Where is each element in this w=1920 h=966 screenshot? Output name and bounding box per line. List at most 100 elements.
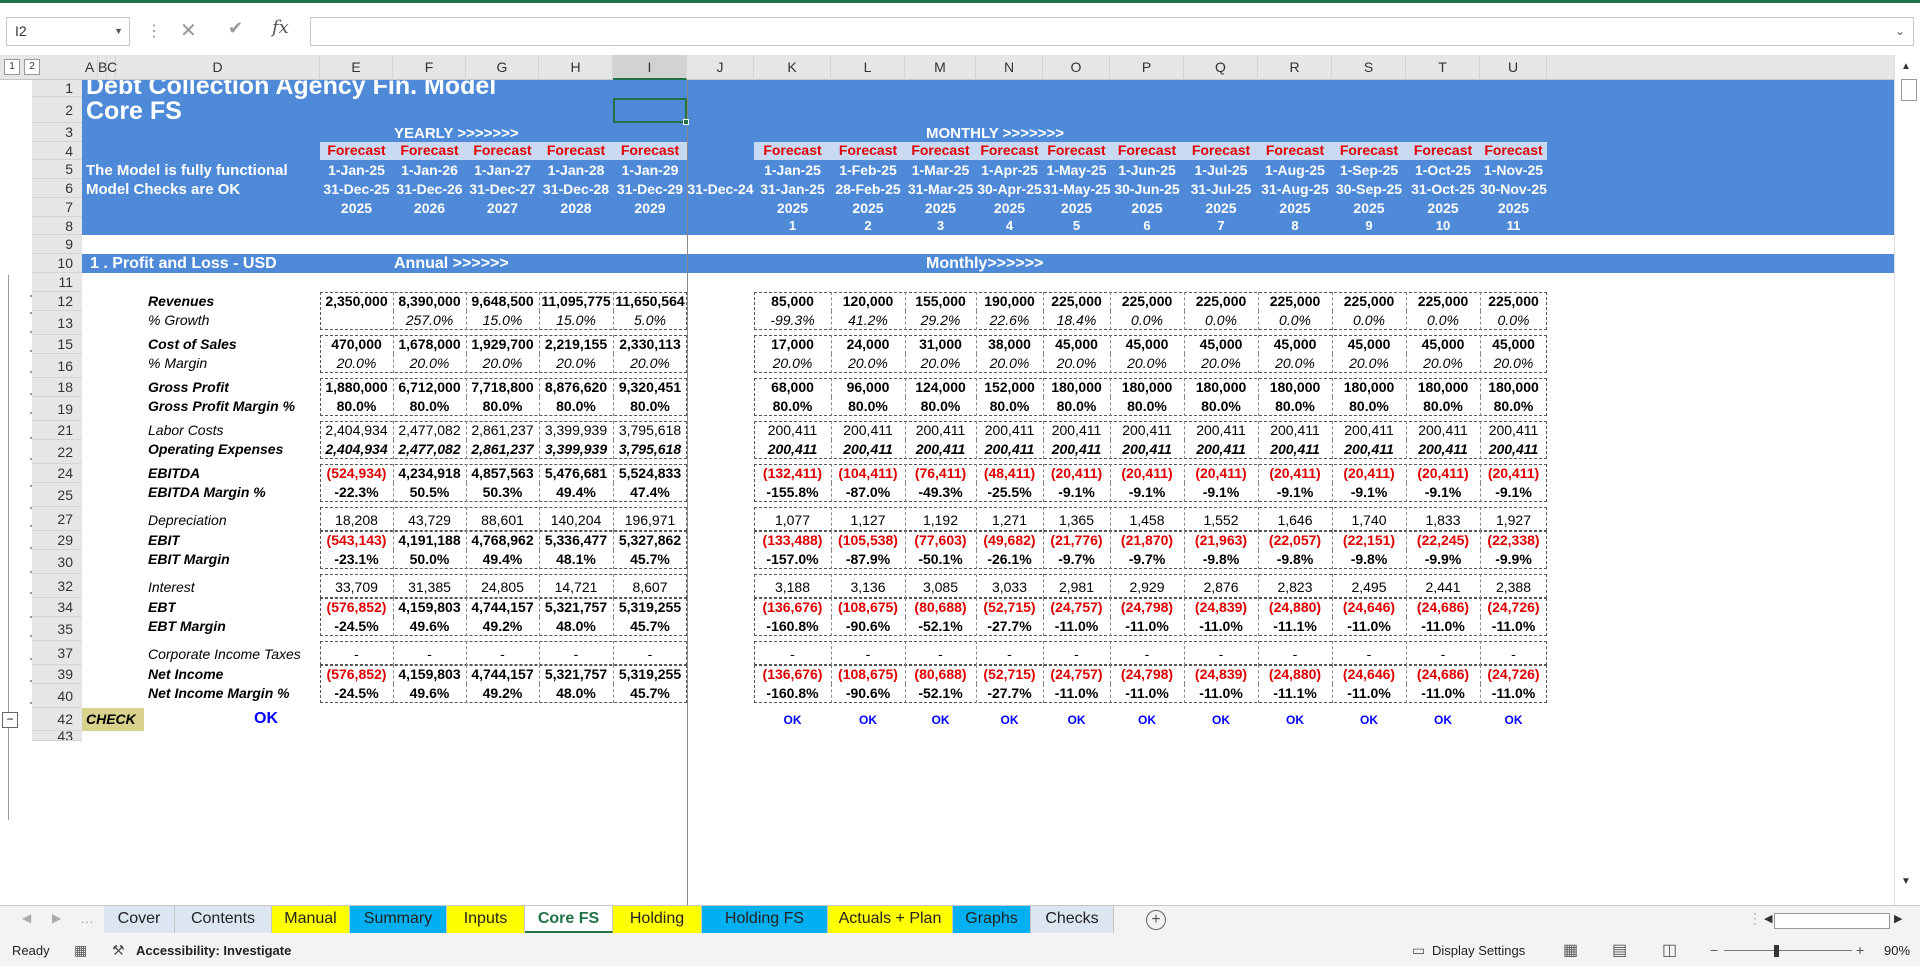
column-header-f[interactable]: F bbox=[393, 55, 466, 80]
column-header-n[interactable]: N bbox=[976, 55, 1043, 80]
scroll-right-icon[interactable]: ▶ bbox=[1894, 912, 1902, 925]
select-all-corner[interactable]: 1 2 bbox=[0, 55, 82, 80]
page-break-view-icon[interactable]: ◫ bbox=[1662, 935, 1677, 966]
row-header-22[interactable]: 22 bbox=[32, 440, 82, 464]
tab-cover[interactable]: Cover bbox=[104, 906, 175, 933]
row-header-8[interactable]: 8 bbox=[32, 217, 82, 235]
row-header-32[interactable]: 32 bbox=[32, 574, 82, 598]
zoom-out-icon[interactable]: − bbox=[1710, 935, 1718, 966]
column-header-b[interactable]: B bbox=[98, 55, 107, 80]
tab-graphs[interactable]: Graphs bbox=[953, 906, 1031, 933]
chevron-down-icon[interactable]: ▼ bbox=[114, 18, 123, 45]
row-header-16[interactable]: 16 bbox=[32, 354, 82, 378]
name-box[interactable]: I2 ▼ bbox=[6, 17, 130, 46]
column-header-s[interactable]: S bbox=[1332, 55, 1406, 80]
more-options-icon[interactable]: ⋮ bbox=[146, 21, 162, 41]
row-header-21[interactable]: 21 bbox=[32, 421, 82, 440]
accessibility-icon[interactable]: ⚒ bbox=[112, 935, 125, 966]
tab-inputs[interactable]: Inputs bbox=[447, 906, 525, 933]
row-header-30[interactable]: 30 bbox=[32, 550, 82, 574]
tab-holding-fs[interactable]: Holding FS bbox=[702, 906, 828, 933]
row-header-2[interactable]: 2 bbox=[32, 97, 82, 123]
tab-holding[interactable]: Holding bbox=[613, 906, 702, 933]
column-header-o[interactable]: O bbox=[1043, 55, 1110, 80]
row-header-3[interactable]: 3 bbox=[32, 123, 82, 142]
normal-view-icon[interactable]: ▦ bbox=[1563, 935, 1578, 966]
accessibility-status[interactable]: Accessibility: Investigate bbox=[136, 935, 291, 966]
row-header-18[interactable]: 18 bbox=[32, 378, 82, 397]
column-header-t[interactable]: T bbox=[1406, 55, 1480, 80]
vertical-scrollbar[interactable]: ▲ ▼ bbox=[1894, 55, 1920, 905]
page-layout-icon[interactable]: ▤ bbox=[1612, 935, 1627, 966]
row-header-25[interactable]: 25 bbox=[32, 483, 82, 507]
row-header-27[interactable]: 27 bbox=[32, 507, 82, 531]
column-header-r[interactable]: R bbox=[1258, 55, 1332, 80]
row-header-15[interactable]: 15 bbox=[32, 335, 82, 354]
more-sheets-icon[interactable]: … bbox=[80, 910, 94, 926]
column-header-u[interactable]: U bbox=[1480, 55, 1547, 80]
insert-function-icon[interactable]: fx bbox=[272, 17, 289, 38]
row-header-10[interactable]: 10 bbox=[32, 254, 82, 273]
formula-input[interactable]: ⌄ bbox=[310, 17, 1914, 46]
row-header-37[interactable]: 37 bbox=[32, 641, 82, 665]
column-header-l[interactable]: L bbox=[831, 55, 905, 80]
row-header-19[interactable]: 19 bbox=[32, 397, 82, 421]
scroll-thumb[interactable] bbox=[1901, 79, 1917, 101]
tab-actuals-plan[interactable]: Actuals + Plan bbox=[828, 906, 953, 933]
outline-level-2-button[interactable]: 2 bbox=[24, 59, 40, 75]
fill-handle[interactable] bbox=[683, 119, 689, 125]
expand-formula-icon[interactable]: ⌄ bbox=[1895, 24, 1905, 38]
column-header-a[interactable]: A bbox=[82, 55, 98, 80]
column-header-d[interactable]: D bbox=[116, 55, 320, 80]
row-header-43[interactable]: 43 bbox=[32, 731, 82, 741]
zoom-in-icon[interactable]: + bbox=[1856, 935, 1864, 966]
next-sheet-icon[interactable]: ▶ bbox=[52, 911, 61, 925]
column-header-h[interactable]: H bbox=[539, 55, 613, 80]
row-header-9[interactable]: 9 bbox=[32, 235, 82, 254]
row-header-5[interactable]: 5 bbox=[32, 160, 82, 179]
enter-check-icon[interactable]: ✔ bbox=[228, 18, 243, 39]
macro-record-icon[interactable]: ▦ bbox=[74, 935, 87, 966]
cancel-icon[interactable]: ✕ bbox=[180, 18, 197, 43]
tab-summary[interactable]: Summary bbox=[350, 906, 447, 933]
row-header-29[interactable]: 29 bbox=[32, 531, 82, 550]
row-header-13[interactable]: 13 bbox=[32, 311, 82, 335]
row-header-6[interactable]: 6 bbox=[32, 179, 82, 198]
row-header-34[interactable]: 34 bbox=[32, 598, 82, 617]
column-header-c[interactable]: C bbox=[107, 55, 117, 80]
row-header-1[interactable]: 1 bbox=[32, 80, 82, 97]
column-header-g[interactable]: G bbox=[466, 55, 539, 80]
add-sheet-icon[interactable]: + bbox=[1146, 910, 1166, 930]
scroll-left-icon[interactable]: ◀ bbox=[1764, 912, 1772, 925]
scroll-down-icon[interactable]: ▼ bbox=[1901, 876, 1911, 887]
display-settings-icon[interactable]: ▭ bbox=[1412, 935, 1425, 966]
zoom-slider[interactable] bbox=[1724, 950, 1852, 951]
outline-level-1-button[interactable]: 1 bbox=[4, 59, 20, 75]
zoom-slider-thumb[interactable] bbox=[1774, 945, 1779, 957]
column-header-j[interactable]: J bbox=[687, 55, 754, 80]
row-header-24[interactable]: 24 bbox=[32, 464, 82, 483]
prev-sheet-icon[interactable]: ◀ bbox=[22, 911, 31, 925]
column-header-p[interactable]: P bbox=[1110, 55, 1184, 80]
tab-checks[interactable]: Checks bbox=[1031, 906, 1114, 933]
column-header-q[interactable]: Q bbox=[1184, 55, 1258, 80]
selected-cell-i2[interactable] bbox=[613, 98, 689, 125]
tab-contents[interactable]: Contents bbox=[175, 906, 272, 933]
column-header-i[interactable]: I bbox=[613, 55, 687, 80]
outline-collapse-button[interactable]: − bbox=[2, 712, 18, 728]
row-header-12[interactable]: 12 bbox=[32, 292, 82, 311]
tab-core-fs[interactable]: Core FS bbox=[525, 906, 613, 933]
horizontal-scrollbar[interactable] bbox=[1774, 913, 1890, 929]
row-header-11[interactable]: 11 bbox=[32, 273, 82, 292]
row-header-40[interactable]: 40 bbox=[32, 684, 82, 708]
tab-manual[interactable]: Manual bbox=[272, 906, 350, 933]
tab-split-icon[interactable]: ⋮ bbox=[1748, 910, 1762, 927]
row-header-4[interactable]: 4 bbox=[32, 142, 82, 160]
row-header-7[interactable]: 7 bbox=[32, 198, 82, 217]
zoom-level[interactable]: 90% bbox=[1884, 935, 1910, 966]
row-header-42[interactable]: 42 bbox=[32, 708, 82, 731]
row-header-39[interactable]: 39 bbox=[32, 665, 82, 684]
display-settings-button[interactable]: Display Settings bbox=[1432, 935, 1525, 966]
row-header-35[interactable]: 35 bbox=[32, 617, 82, 641]
column-header-e[interactable]: E bbox=[320, 55, 393, 80]
